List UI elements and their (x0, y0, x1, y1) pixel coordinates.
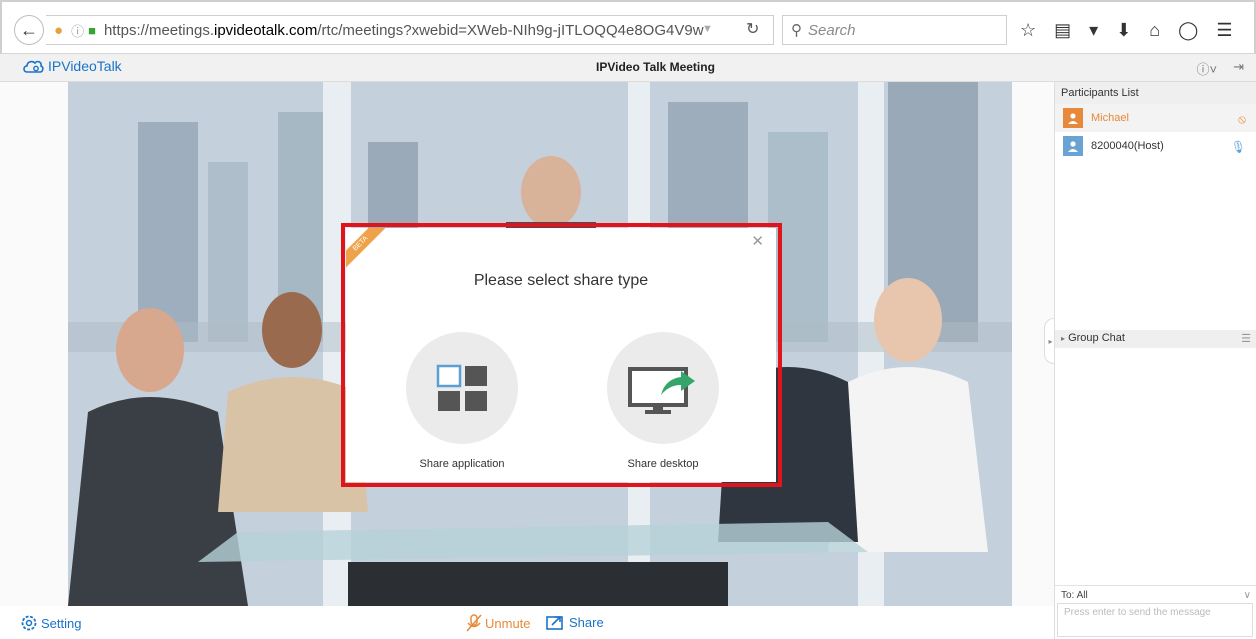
application-windows-icon (436, 364, 487, 411)
url-dropdown-icon[interactable]: ▼ (702, 23, 713, 35)
beta-badge: BETA (346, 228, 390, 272)
bottom-toolbar: Setting Unmute Share (0, 606, 1054, 639)
beta-label: BETA (346, 228, 390, 272)
chat-recipient-select[interactable]: To: All ∨ (1055, 585, 1256, 603)
participants-title: Participants List (1055, 82, 1256, 104)
share-button[interactable]: Share (546, 614, 604, 630)
back-button[interactable]: ← (14, 15, 44, 45)
avatar (1063, 136, 1083, 156)
info-menu-icon[interactable]: ⓘ˅ (1197, 59, 1218, 78)
expand-arrow-icon: ▸ (1061, 334, 1066, 343)
share-application-option[interactable]: Share application (406, 332, 518, 472)
dialog-title: Please select share type (473, 272, 649, 289)
unmute-label: Unmute (485, 615, 531, 631)
muted-mic-icon: ⦸ (1238, 112, 1246, 126)
logo-text: IPVideoTalk (48, 58, 122, 74)
url-host: ipvideotalk.com (214, 21, 318, 39)
desktop-share-icon (628, 367, 695, 414)
exit-icon[interactable]: ⇥ (1233, 59, 1244, 78)
search-placeholder: Search (808, 21, 856, 39)
bookmark-star-icon[interactable]: ☆ (1020, 20, 1036, 41)
cloud-logo-icon (23, 60, 44, 73)
setting-label: Setting (41, 615, 82, 631)
participant-name: Michael (1091, 112, 1129, 124)
sidebar: Participants List Michael ⦸ 8200040(Host… (1054, 82, 1256, 639)
microphone-icon: 🎙 (1230, 140, 1246, 154)
browser-toolbar: ← ● ⓘ ■ https://meetings. ipvideotalk.com… (0, 0, 1256, 54)
menu-icon[interactable]: ☰ (1216, 20, 1232, 41)
address-bar[interactable]: ● ⓘ ■ https://meetings. ipvideotalk.com/r… (46, 15, 774, 45)
close-icon[interactable]: ✕ (751, 232, 764, 250)
chevron-right-icon: ▸ (1048, 336, 1053, 346)
logo: IPVideoTalk (22, 58, 122, 74)
setting-button[interactable]: Setting (20, 614, 81, 632)
browser-toolbar-icons: ☆ ▤ ▾ ⬇ ⌂ ◯ ☰ (1020, 15, 1232, 45)
pocket-icon[interactable]: ▾ (1089, 20, 1098, 41)
url-path: /rtc/meetings?xwebid=XWeb-NIh9g-jITLOQQ4… (317, 21, 704, 39)
chat-menu-icon[interactable]: ☰ (1241, 332, 1251, 346)
group-chat-header[interactable]: ▸ Group Chat ☰ (1055, 330, 1256, 348)
search-icon: ⚲ (791, 22, 802, 39)
group-chat-label: Group Chat (1068, 332, 1125, 344)
avatar (1063, 108, 1083, 128)
unmute-button[interactable]: Unmute (466, 614, 531, 632)
reload-icon[interactable]: ↻ (746, 19, 759, 39)
microphone-icon[interactable]: ● (54, 22, 63, 39)
share-desktop-option[interactable]: Share desktop (607, 332, 719, 472)
header-icons: ⓘ˅ ⇥ (1197, 59, 1245, 78)
back-arrow-icon: ← (20, 19, 38, 40)
share-label: Share (569, 614, 604, 630)
share-application-button[interactable] (406, 332, 518, 444)
lock-icon: ■ (88, 22, 96, 38)
share-icon (546, 616, 563, 630)
participant-name: 8200040(Host) (1091, 140, 1164, 152)
browser-search-input[interactable]: ⚲ Search (782, 15, 1007, 45)
download-icon[interactable]: ⬇ (1116, 20, 1131, 41)
message-placeholder: Press enter to send the message (1064, 607, 1211, 618)
chat-message-input[interactable]: Press enter to send the message (1057, 603, 1253, 637)
share-type-dialog: BETA ✕ Please select share type Share ap… (346, 228, 776, 482)
recipient-label: To: All (1061, 590, 1088, 601)
reading-list-icon[interactable]: ▤ (1054, 20, 1071, 41)
user-icon (1068, 141, 1078, 152)
share-desktop-label: Share desktop (627, 458, 699, 470)
home-icon[interactable]: ⌂ (1149, 20, 1160, 41)
chevron-down-icon: ∨ (1243, 590, 1251, 601)
muted-microphone-icon (466, 614, 482, 632)
participant-item[interactable]: 8200040(Host) 🎙 (1055, 132, 1256, 160)
user-icon (1068, 113, 1078, 124)
page-title: IPVideo Talk Meeting (596, 60, 715, 74)
info-icon[interactable]: ⓘ (71, 21, 84, 40)
share-application-label: Share application (419, 458, 505, 470)
app-header: IPVideoTalk IPVideo Talk Meeting ⓘ˅ ⇥ (0, 54, 1256, 82)
participant-item[interactable]: Michael ⦸ (1055, 104, 1256, 132)
share-desktop-button[interactable] (607, 332, 719, 444)
group-chat-title: ▸ Group Chat (1061, 332, 1125, 346)
chat-bubble-icon[interactable]: ◯ (1178, 20, 1198, 41)
url-prefix: https://meetings. (103, 21, 214, 39)
gear-icon (21, 615, 37, 631)
